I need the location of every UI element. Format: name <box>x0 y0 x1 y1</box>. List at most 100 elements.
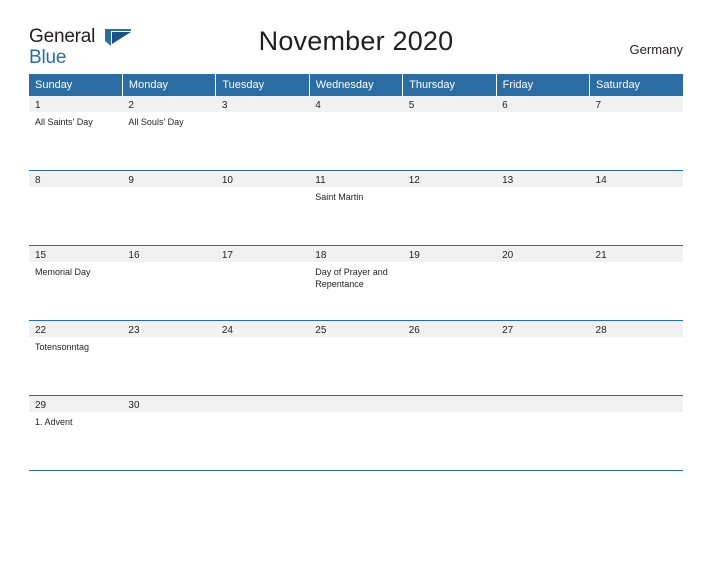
calendar-day-cell[interactable]: 11 Saint Martin <box>309 170 403 246</box>
calendar-day-cell[interactable]: 22 Totensonntag <box>29 320 123 396</box>
calendar-day-cell[interactable]: 29 1. Advent <box>29 395 123 471</box>
day-number: 19 <box>408 250 420 261</box>
day-events: Saint Martin <box>309 186 402 203</box>
day-number: 15 <box>35 250 47 261</box>
calendar-day-cell[interactable] <box>402 395 497 471</box>
calendar-week-row: 8 9 10 11 Saint Martin 12 13 14 <box>29 170 683 246</box>
day-number: 6 <box>502 100 508 111</box>
day-number: 26 <box>408 325 420 336</box>
event-label: Memorial Day <box>35 267 91 277</box>
calendar-table: Sunday Monday Tuesday Wednesday Thursday… <box>29 74 683 471</box>
calendar-day-cell[interactable]: 21 <box>589 245 683 321</box>
calendar-day-cell[interactable] <box>589 395 683 471</box>
day-number: 9 <box>128 175 134 186</box>
day-number <box>403 396 496 400</box>
calendar-day-cell[interactable]: 23 <box>122 320 216 396</box>
calendar-week-row: 1 All Saints' Day 2 All Souls' Day 3 4 5 6 7 <box>29 96 683 171</box>
day-number: 7 <box>595 100 602 111</box>
day-number: 17 <box>221 250 233 261</box>
day-number: 4 <box>315 100 321 111</box>
day-number: 18 <box>315 250 327 261</box>
calendar-week-row: 15 Memorial Day 16 17 18 Day of Prayer and Re… <box>29 245 683 321</box>
day-events: Memorial Day <box>29 261 122 278</box>
weekday-header-friday: Friday <box>496 74 591 96</box>
calendar-day-cell[interactable]: 6 <box>496 96 590 171</box>
calendar-day-cell[interactable]: 19 <box>402 245 497 321</box>
day-number: 8 <box>35 175 41 186</box>
calendar-day-cell[interactable]: 24 <box>215 320 310 396</box>
day-number: 10 <box>221 175 233 186</box>
day-number <box>590 396 683 400</box>
calendar-day-cell[interactable]: 13 <box>496 170 590 246</box>
day-events: All Souls' Day <box>122 111 215 128</box>
day-number: 29 <box>35 400 47 411</box>
day-number: 14 <box>595 175 607 186</box>
event-label: All Souls' Day <box>128 117 184 127</box>
day-number: 13 <box>502 175 514 186</box>
day-number: 24 <box>221 325 233 336</box>
country-label: Germany <box>629 42 683 57</box>
day-events: All Saints' Day <box>29 111 122 128</box>
event-label: All Saints' Day <box>35 117 93 127</box>
day-events: Totensonntag <box>29 336 122 353</box>
day-number: 27 <box>502 325 514 336</box>
day-number: 16 <box>128 250 140 261</box>
weekday-header-saturday: Saturday <box>589 74 683 96</box>
calendar-week-row: 29 1. Advent 30 <box>29 395 683 471</box>
day-number: 12 <box>408 175 420 186</box>
calendar-day-cell[interactable]: 25 <box>309 320 403 396</box>
day-number: 21 <box>595 250 607 261</box>
calendar-day-cell[interactable]: 1 All Saints' Day <box>29 96 123 171</box>
calendar-day-cell[interactable]: 10 <box>215 170 310 246</box>
day-number: 3 <box>221 100 228 111</box>
weekday-header-sunday: Sunday <box>29 74 123 96</box>
calendar-day-cell[interactable]: 15 Memorial Day <box>29 245 123 321</box>
day-events: Day of Prayer and Repentance <box>309 261 402 290</box>
calendar-day-cell[interactable]: 5 <box>402 96 497 171</box>
calendar-day-cell[interactable]: 2 All Souls' Day <box>122 96 216 171</box>
weekday-header-monday: Monday <box>122 74 217 96</box>
calendar-day-cell[interactable]: 28 <box>589 320 683 396</box>
calendar-day-cell[interactable]: 8 <box>29 170 123 246</box>
weekday-header-wednesday: Wednesday <box>309 74 404 96</box>
calendar-day-cell[interactable]: 7 <box>589 96 683 171</box>
weekday-header-thursday: Thursday <box>402 74 497 96</box>
calendar-day-cell[interactable]: 14 <box>589 170 683 246</box>
day-number: 5 <box>408 100 415 111</box>
day-number: 1 <box>35 100 41 111</box>
calendar-day-cell[interactable] <box>215 395 310 471</box>
day-events: 1. Advent <box>29 411 122 428</box>
event-label: Saint Martin <box>315 192 364 202</box>
day-number: 30 <box>128 400 140 411</box>
day-number: 23 <box>128 325 140 336</box>
day-number: 11 <box>315 175 326 186</box>
day-number: 20 <box>502 250 514 261</box>
calendar-day-cell[interactable]: 20 <box>496 245 590 321</box>
calendar-page: General Blue November 2020 Germany Sunda… <box>0 22 712 572</box>
calendar-day-cell[interactable]: 27 <box>496 320 590 396</box>
event-label: 1. Advent <box>35 417 73 427</box>
day-number: 28 <box>595 325 607 336</box>
day-number <box>309 396 402 400</box>
calendar-day-cell[interactable]: 18 Day of Prayer and Repentance <box>309 245 403 321</box>
calendar-day-cell[interactable] <box>496 395 590 471</box>
calendar-week-row: 22 Totensonntag 23 24 25 26 27 28 <box>29 320 683 396</box>
day-number: 22 <box>35 325 47 336</box>
calendar-day-cell[interactable]: 9 <box>122 170 216 246</box>
calendar-day-cell[interactable]: 3 <box>215 96 310 171</box>
calendar-day-cell[interactable] <box>309 395 403 471</box>
calendar-day-cell[interactable]: 4 <box>309 96 403 171</box>
calendar-day-cell[interactable]: 26 <box>402 320 497 396</box>
weekday-header-row: Sunday Monday Tuesday Wednesday Thursday… <box>29 74 683 96</box>
day-number: 2 <box>128 100 134 111</box>
event-label: Totensonntag <box>35 342 90 352</box>
day-number <box>216 396 309 400</box>
day-number <box>496 396 589 400</box>
weekday-header-tuesday: Tuesday <box>215 74 310 96</box>
day-number: 25 <box>315 325 327 336</box>
calendar-day-cell[interactable]: 16 <box>122 245 216 321</box>
calendar-day-cell[interactable]: 17 <box>215 245 310 321</box>
calendar-day-cell[interactable]: 30 <box>122 395 216 471</box>
page-header: General Blue November 2020 Germany <box>29 22 683 74</box>
calendar-day-cell[interactable]: 12 <box>402 170 497 246</box>
